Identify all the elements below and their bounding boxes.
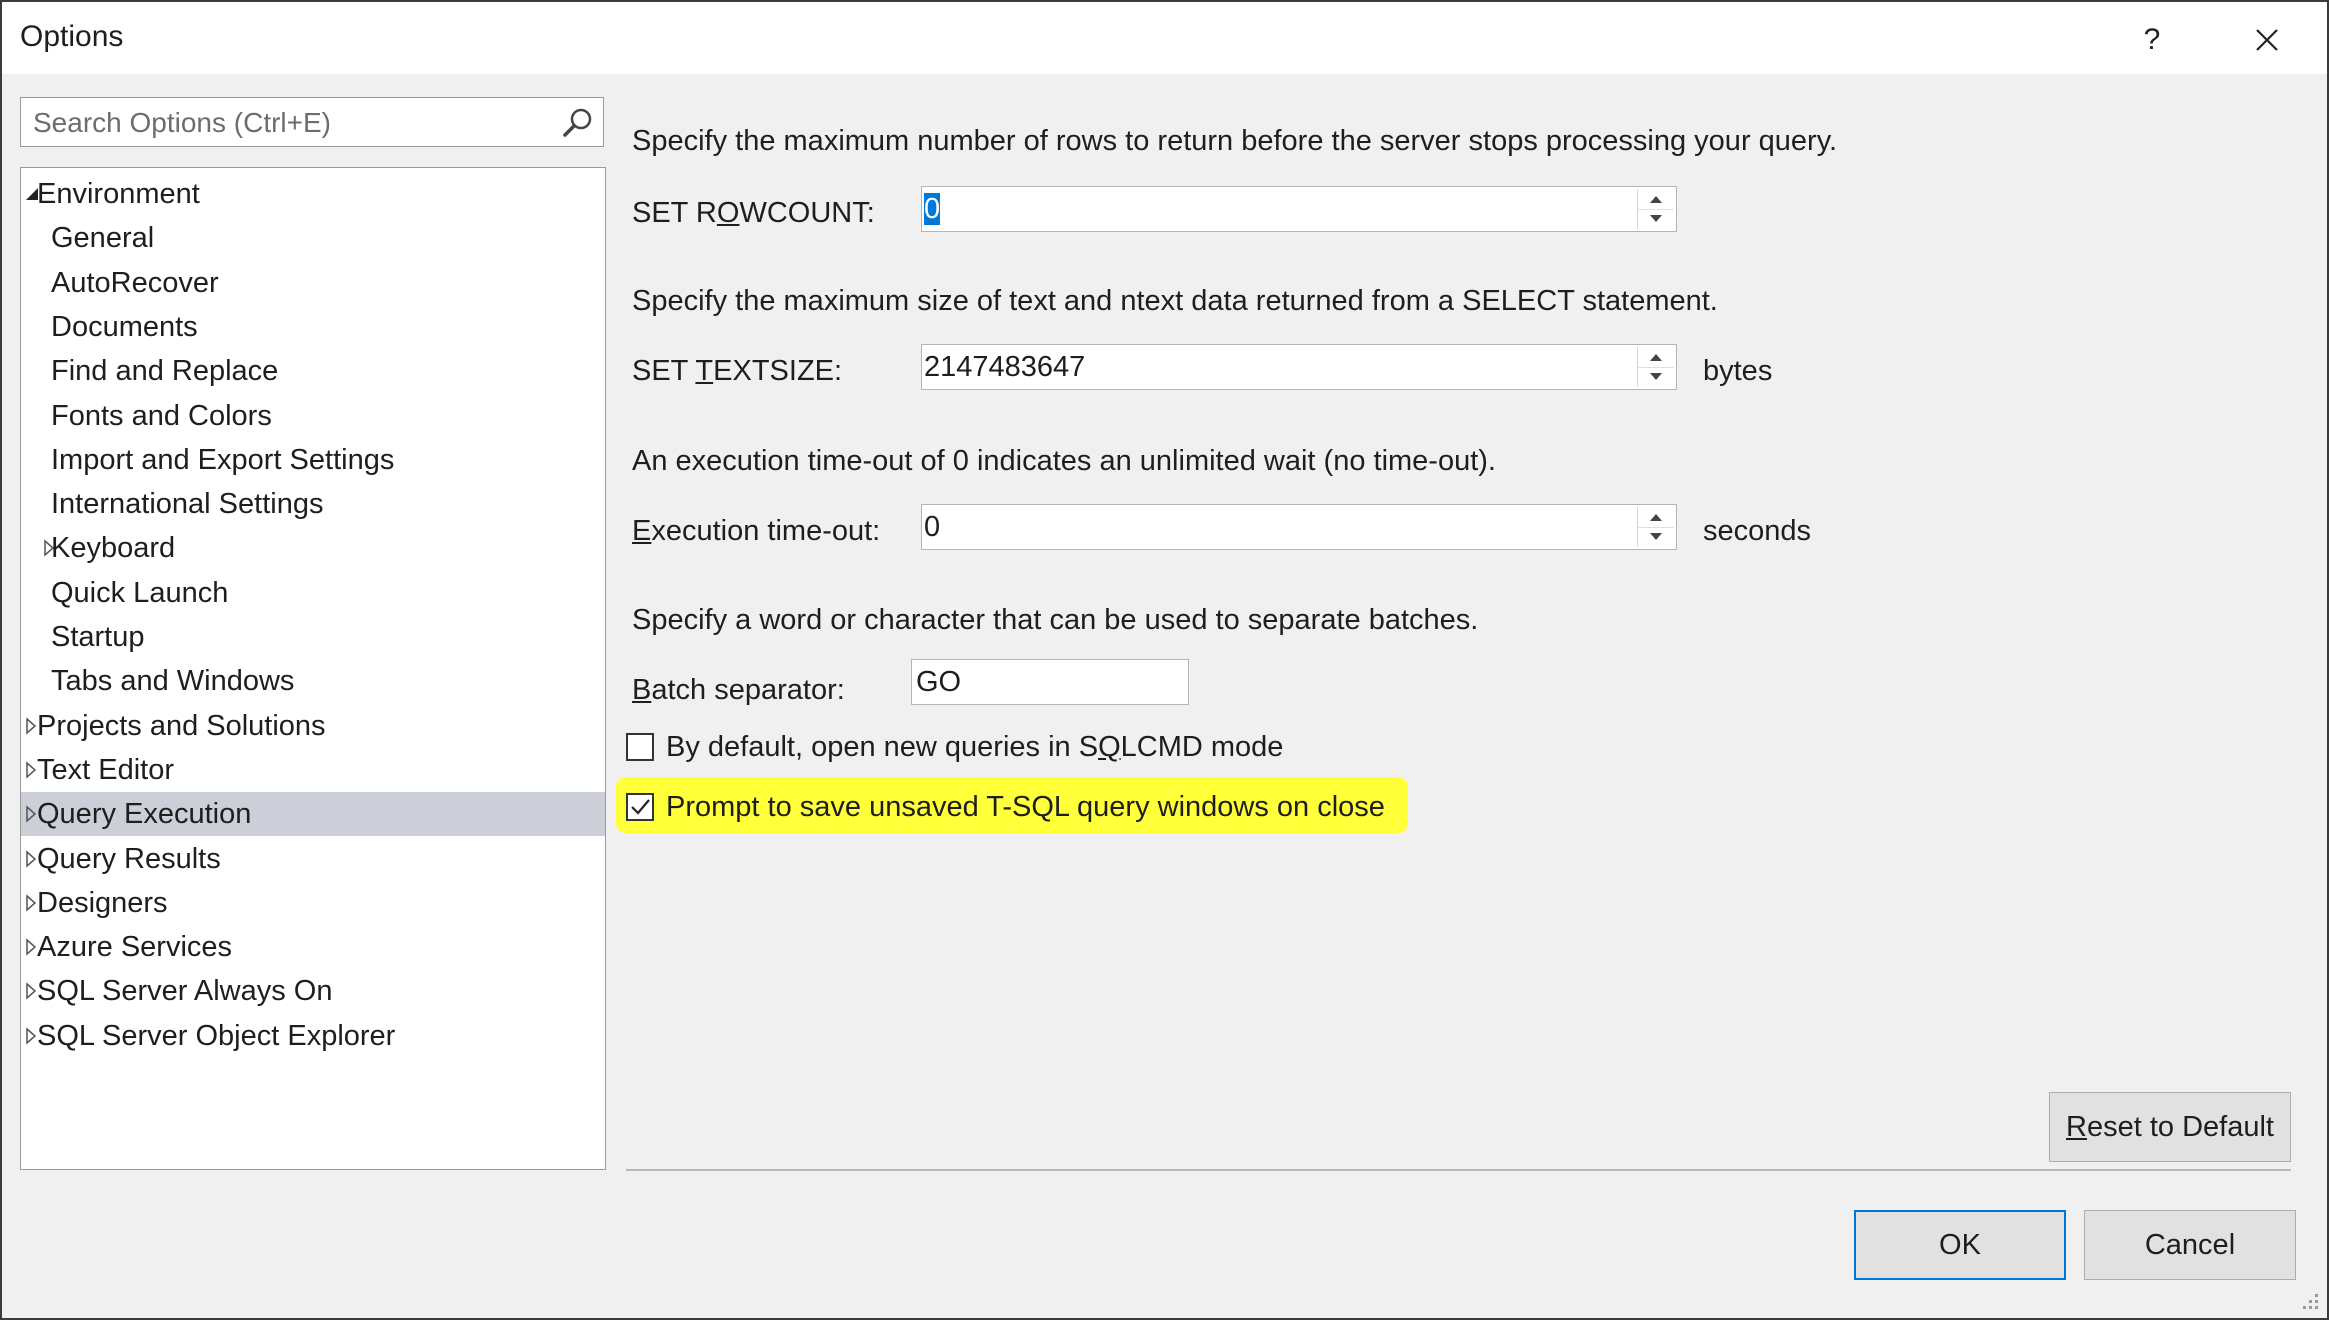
prompt-save-label: Prompt to save unsaved T-SQL query windo… xyxy=(666,790,1385,823)
tree-item-label: Projects and Solutions xyxy=(37,709,326,742)
tree-item-label: General xyxy=(51,222,155,255)
reset-to-default-button[interactable]: Reset to Default xyxy=(2049,1092,2291,1162)
tree-item[interactable]: Text Editor xyxy=(21,748,605,792)
tree-item-label: SQL Server Always On xyxy=(37,975,333,1008)
textsize-unit: bytes xyxy=(1703,355,1773,387)
timeout-spinner[interactable] xyxy=(921,504,1677,550)
tree-item[interactable]: Startup xyxy=(21,615,605,659)
textsize-input[interactable] xyxy=(924,349,1624,385)
tree-item-label: Keyboard xyxy=(51,532,176,565)
prompt-save-checkbox[interactable] xyxy=(626,793,654,821)
textsize-spinner[interactable] xyxy=(921,344,1677,390)
textsize-increment-button[interactable] xyxy=(1638,347,1674,368)
timeout-spin-buttons xyxy=(1637,507,1674,547)
rowcount-description: Specify the maximum number of rows to re… xyxy=(632,125,1838,157)
tree-item[interactable]: General xyxy=(21,216,605,260)
tree-item-label: Fonts and Colors xyxy=(51,399,272,432)
sqlcmd-checkbox[interactable] xyxy=(626,733,654,761)
help-button[interactable]: ? xyxy=(2112,12,2192,68)
close-icon xyxy=(2256,29,2278,51)
rowcount-increment-button[interactable] xyxy=(1638,189,1674,210)
timeout-description: An execution time-out of 0 indicates an … xyxy=(632,445,1496,477)
tree-item-label: Designers xyxy=(37,886,168,919)
textsize-spin-buttons xyxy=(1637,347,1674,387)
search-icon[interactable] xyxy=(559,104,597,142)
tree-item-label: Query Execution xyxy=(37,798,252,831)
tree-item-label: AutoRecover xyxy=(51,266,219,299)
tree-item-label: Query Results xyxy=(37,842,221,875)
tree-item[interactable]: Query Results xyxy=(21,837,605,881)
tree-item[interactable]: Projects and Solutions xyxy=(21,704,605,748)
batch-separator-input[interactable] xyxy=(916,664,1176,700)
tree-item-label: SQL Server Object Explorer xyxy=(37,1019,396,1052)
rowcount-label: SET ROWCOUNT: xyxy=(632,197,875,229)
tree-item-label: Documents xyxy=(51,310,198,343)
close-button[interactable] xyxy=(2227,12,2307,68)
tree-item-label: Azure Services xyxy=(37,931,233,964)
timeout-unit: seconds xyxy=(1703,515,1812,547)
chevron-down-icon xyxy=(1650,533,1662,540)
tree-item-label: Environment xyxy=(37,178,200,210)
rowcount-input[interactable]: 0 xyxy=(924,191,941,227)
tree-item-label: Import and Export Settings xyxy=(51,443,395,476)
chevron-up-icon xyxy=(1650,354,1662,361)
rowcount-spin-buttons xyxy=(1637,189,1674,229)
search-input[interactable] xyxy=(31,104,555,142)
batch-separator-field[interactable] xyxy=(911,659,1189,705)
resize-grip-icon[interactable] xyxy=(2299,1290,2321,1312)
tree-item[interactable]: Documents xyxy=(21,305,605,349)
tree-item[interactable]: Azure Services xyxy=(21,925,605,969)
timeout-increment-button[interactable] xyxy=(1638,507,1674,528)
tree-item-label: International Settings xyxy=(51,488,324,521)
timeout-decrement-button[interactable] xyxy=(1638,527,1674,547)
chevron-up-icon xyxy=(1650,196,1662,203)
timeout-label: Execution time-out: xyxy=(632,515,881,547)
rowcount-spinner[interactable]: 0 xyxy=(921,186,1677,232)
textsize-decrement-button[interactable] xyxy=(1638,367,1674,387)
tree-item[interactable]: Fonts and Colors xyxy=(21,394,605,438)
tree-item[interactable]: Designers xyxy=(21,881,605,925)
tree-item[interactable]: SQL Server Object Explorer xyxy=(21,1014,605,1058)
window-title: Options xyxy=(20,20,124,53)
tree-item[interactable]: Quick Launch xyxy=(21,571,605,615)
sqlcmd-label: By default, open new queries in SQLCMD m… xyxy=(666,730,1284,763)
textsize-label: SET TEXTSIZE: xyxy=(632,355,843,387)
timeout-input[interactable] xyxy=(924,509,1624,545)
tree-item[interactable]: Tabs and Windows xyxy=(21,659,605,703)
chevron-up-icon xyxy=(1650,514,1662,521)
divider xyxy=(626,1169,2291,1171)
textsize-description: Specify the maximum size of text and nte… xyxy=(632,285,1718,317)
tree-item[interactable]: Keyboard xyxy=(21,526,605,570)
rowcount-decrement-button[interactable] xyxy=(1638,209,1674,229)
tree-item[interactable]: Query Execution xyxy=(21,792,605,837)
tree-item-label: Startup xyxy=(51,621,145,653)
prompt-save-option[interactable]: Prompt to save unsaved T-SQL query windo… xyxy=(626,787,1385,827)
sqlcmd-option[interactable]: By default, open new queries in SQLCMD m… xyxy=(626,727,1283,767)
tree-item[interactable]: AutoRecover xyxy=(21,261,605,305)
batch-description: Specify a word or character that can be … xyxy=(632,604,1479,636)
tree-item[interactable]: Import and Export Settings xyxy=(21,438,605,482)
tree-item[interactable]: International Settings xyxy=(21,482,605,526)
tree-item-label: Tabs and Windows xyxy=(51,665,295,698)
tree-item[interactable]: Environment xyxy=(21,172,605,216)
options-tree[interactable]: Environment General AutoRecover Documents Fi… xyxy=(20,167,606,1170)
title-bar: Options ? xyxy=(2,2,2327,74)
batch-label: Batch separator: xyxy=(632,674,845,706)
chevron-down-icon xyxy=(1650,215,1662,222)
tree-item[interactable]: SQL Server Always On xyxy=(21,969,605,1013)
tree-item[interactable]: Find and Replace xyxy=(21,349,605,393)
tree-item-label: Quick Launch xyxy=(51,576,229,609)
tree-item-label: Text Editor xyxy=(37,753,174,786)
tree-item-label: Find and Replace xyxy=(51,355,279,388)
checkmark-icon xyxy=(631,799,650,815)
search-box[interactable] xyxy=(20,97,604,147)
ok-button[interactable]: OK xyxy=(1854,1210,2066,1280)
cancel-button[interactable]: Cancel xyxy=(2084,1210,2296,1280)
chevron-down-icon xyxy=(1650,373,1662,380)
